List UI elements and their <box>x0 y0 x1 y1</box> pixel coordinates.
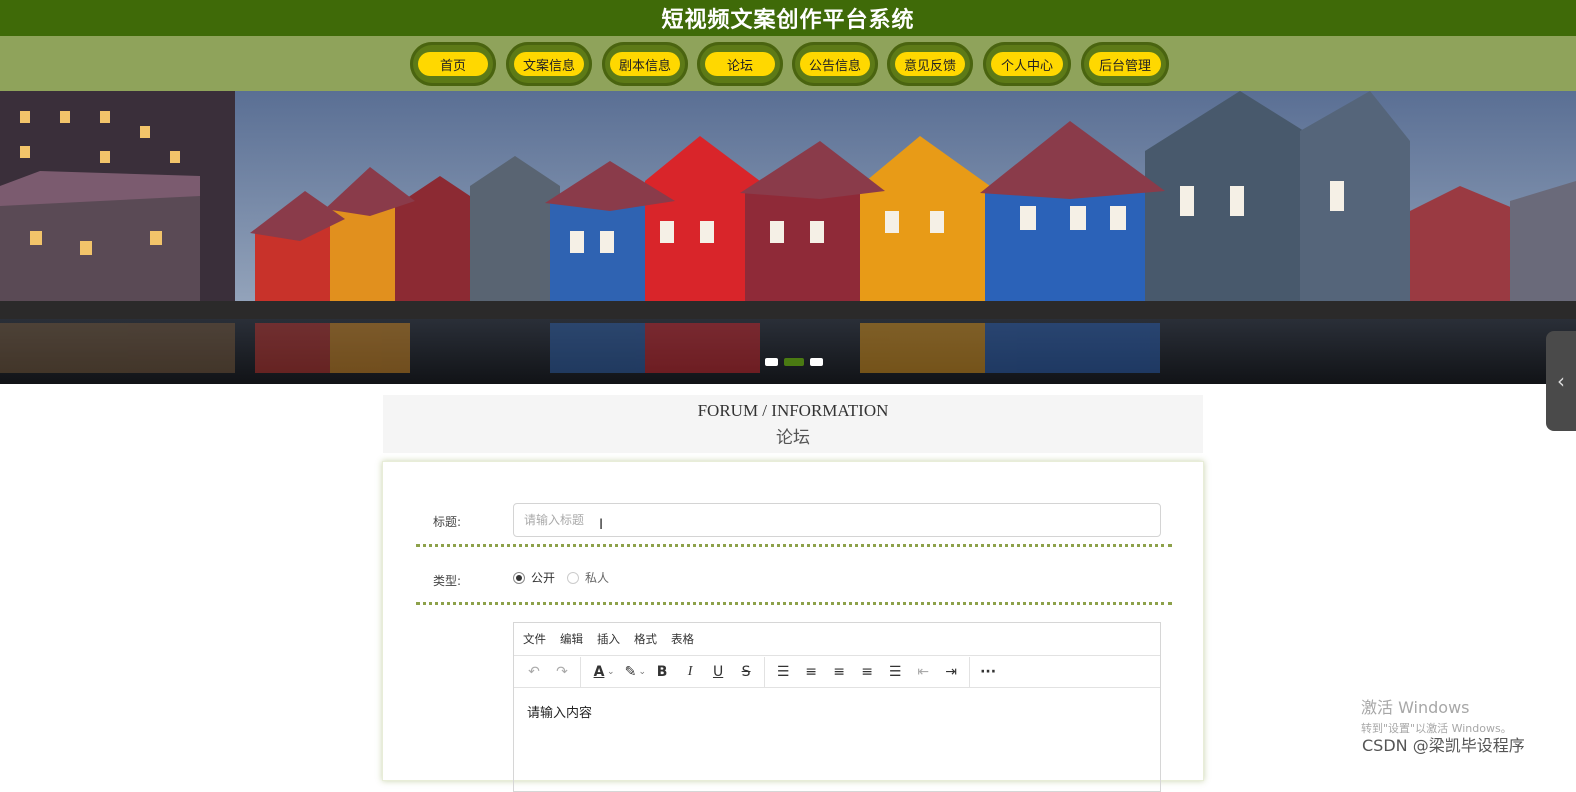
nav-item-label: 个人中心 <box>991 52 1063 76</box>
radio-checked-icon <box>513 571 525 584</box>
nav-item-label: 文案信息 <box>514 52 584 76</box>
nav-item-personal-center[interactable]: 个人中心 <box>983 42 1071 86</box>
carousel-dot-active[interactable] <box>784 358 804 366</box>
toolbar-separator <box>764 656 766 687</box>
divider <box>416 544 1172 547</box>
site-title: 短视频文案创作平台系统 <box>661 8 915 33</box>
toolbar-separator <box>580 656 581 687</box>
csdn-watermark: CSDN @梁凯毕设程序 <box>1362 736 1525 755</box>
section-title-cn: 论坛 <box>776 428 810 448</box>
text-cursor-icon: I <box>599 517 604 533</box>
more-icon[interactable]: ··· <box>974 659 1002 685</box>
menu-table[interactable]: 表格 <box>671 631 694 647</box>
nav-item-home[interactable]: 首页 <box>410 42 496 86</box>
main-nav: 首页 文案信息 剧本信息 论坛 公告信息 意见反馈 个人中心 后台管理 <box>0 36 1576 91</box>
title-input[interactable] <box>513 503 1161 537</box>
nav-item-label: 公告信息 <box>800 52 870 76</box>
carousel-dot[interactable] <box>765 358 778 366</box>
align-right-icon[interactable]: ≡ <box>853 659 881 685</box>
divider <box>416 602 1172 605</box>
nav-item-label: 后台管理 <box>1089 52 1161 76</box>
type-label: 类型: <box>433 574 462 588</box>
section-title-en: FORUM / INFORMATION <box>697 401 889 420</box>
align-justify-icon[interactable]: ☰ <box>881 659 909 685</box>
banner-carousel[interactable] <box>0 91 1576 384</box>
type-radio-public[interactable]: 公开 <box>513 569 555 586</box>
menu-file[interactable]: 文件 <box>523 631 546 647</box>
chevron-down-icon[interactable]: ⌄ <box>639 667 647 677</box>
nav-item-forum[interactable]: 论坛 <box>697 42 783 86</box>
strikethrough-icon[interactable]: S <box>732 659 760 685</box>
banner-image <box>0 91 1576 384</box>
rich-text-editor: 文件 编辑 插入 格式 表格 ↶ ↷ A ⌄ ✎ ⌄ B I U S ☰ ≡ ≡… <box>513 622 1161 792</box>
bold-icon[interactable]: B <box>648 659 676 685</box>
undo-icon[interactable]: ↶ <box>520 659 548 685</box>
editor-content[interactable]: 请输入内容 <box>514 688 1160 735</box>
align-center-icon[interactable]: ≡ <box>825 659 853 685</box>
toolbar-separator <box>969 656 971 687</box>
carousel-dot[interactable] <box>810 358 823 366</box>
forum-post-form: 标题: 类型: 公开 私人 文件 编辑 插入 格式 表格 ↶ ↷ A ⌄ ✎ ⌄ <box>382 461 1204 792</box>
outdent-icon[interactable]: ⇤ <box>909 659 937 685</box>
indent-icon[interactable]: ⇥ <box>937 659 965 685</box>
menu-format[interactable]: 格式 <box>634 631 657 647</box>
radio-label: 私人 <box>585 571 610 585</box>
italic-icon[interactable]: I <box>676 659 704 685</box>
type-radio-group: 公开 私人 <box>513 569 609 586</box>
nav-item-admin[interactable]: 后台管理 <box>1081 42 1169 86</box>
top-header: 短视频文案创作平台系统 <box>0 0 1576 36</box>
redo-icon[interactable]: ↷ <box>548 659 576 685</box>
chevron-down-icon[interactable]: ⌄ <box>607 667 615 677</box>
nav-item-label: 剧本信息 <box>610 52 680 76</box>
nav-item-feedback[interactable]: 意见反馈 <box>887 42 973 86</box>
carousel-dots <box>765 358 823 366</box>
nav-item-label: 论坛 <box>705 52 775 76</box>
chevron-left-icon: ‹ <box>1557 369 1565 393</box>
nav-item-script-info[interactable]: 剧本信息 <box>602 42 688 86</box>
radio-label: 公开 <box>531 571 556 585</box>
line-height-icon[interactable]: ☰ <box>769 659 797 685</box>
type-radio-private[interactable]: 私人 <box>567 569 609 586</box>
windows-activation-watermark: 激活 Windows 转到"设置"以激活 Windows。 <box>1361 694 1512 736</box>
radio-unchecked-icon <box>567 571 580 584</box>
watermark-line1: 激活 Windows <box>1361 698 1470 717</box>
carousel-prev-arrow[interactable]: ‹ <box>1546 331 1576 431</box>
menu-edit[interactable]: 编辑 <box>560 631 583 647</box>
nav-item-label: 意见反馈 <box>895 52 965 76</box>
editor-toolbar: ↶ ↷ A ⌄ ✎ ⌄ B I U S ☰ ≡ ≡ ≡ ☰ ⇤ ⇥ ··· <box>514 656 1160 688</box>
nav-item-announcements[interactable]: 公告信息 <box>792 42 878 86</box>
menu-insert[interactable]: 插入 <box>597 631 620 647</box>
nav-item-copy-info[interactable]: 文案信息 <box>506 42 592 86</box>
nav-item-label: 首页 <box>418 52 488 76</box>
title-label: 标题: <box>433 515 462 529</box>
editor-menubar: 文件 编辑 插入 格式 表格 <box>514 623 1160 656</box>
section-header: FORUM / INFORMATION 论坛 <box>383 395 1203 453</box>
underline-icon[interactable]: U <box>704 659 732 685</box>
align-left-icon[interactable]: ≡ <box>797 659 825 685</box>
